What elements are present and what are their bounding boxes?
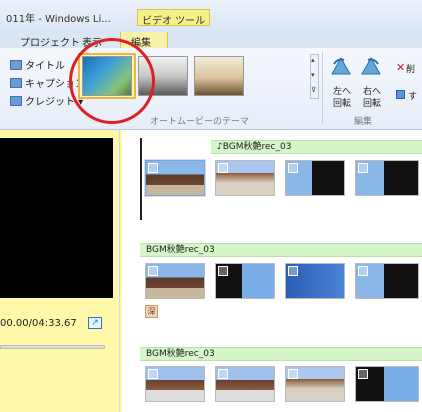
delete-label[interactable]: 削 [406,62,415,75]
seek-bar[interactable] [0,345,105,349]
video-clip[interactable] [285,263,345,299]
video-clip[interactable] [355,263,419,299]
caption-icon [10,78,22,88]
music-track[interactable]: BGM秋艶rec_03 [140,347,422,361]
select-all-icon[interactable] [396,90,405,99]
music-track[interactable]: BGM秋艶rec_03 [140,243,422,257]
highlight-circle [69,38,155,124]
video-clip[interactable] [285,366,345,402]
time-readout: 00.00/04:33.67 [0,318,77,329]
title-button[interactable]: タイトル [10,57,65,72]
tab-project[interactable]: プロジェクト [20,34,80,49]
scroll-up-icon[interactable]: ▴ [311,56,315,64]
video-clip[interactable] [215,160,275,196]
video-clip[interactable] [285,160,345,196]
preview-monitor[interactable] [0,138,113,298]
ribbon-separator [322,52,323,124]
video-clip[interactable] [145,160,205,196]
edit-group-label: 編集 [354,117,373,127]
gallery-expand-icon[interactable]: ⊽ [311,86,316,94]
scroll-down-icon[interactable]: ▾ [311,71,315,79]
delete-icon[interactable]: ✕ [396,61,405,74]
credits-icon [10,96,22,106]
text-badge[interactable]: 深 [145,305,158,318]
select-all-label[interactable]: す [408,89,417,102]
rotate-right-icon[interactable] [360,56,382,76]
music-track[interactable]: ♪BGM秋艶rec_03 [211,140,422,154]
video-clip[interactable] [355,366,419,402]
video-clip[interactable] [145,263,205,299]
video-clip[interactable] [215,366,275,402]
video-clip[interactable] [215,263,275,299]
video-clip[interactable] [145,366,205,402]
fullscreen-preview-button[interactable]: ↗ [88,317,102,329]
rotate-left-icon[interactable] [330,56,352,76]
theme-thumbnail-sepia[interactable] [194,56,244,96]
rotate-left-label-2: 回転 [333,99,352,109]
theme-group-label: オートムービーのテーマ [150,117,250,127]
rotate-right-label-2: 回転 [363,99,382,109]
playhead[interactable] [140,138,142,220]
video-clip[interactable] [355,160,419,196]
title-icon [10,60,22,70]
window-title: 011年 - Windows Li... [6,14,111,25]
video-tools-context-tab[interactable]: ビデオ ツール [137,9,211,27]
title-button-label: タイトル [25,61,65,72]
